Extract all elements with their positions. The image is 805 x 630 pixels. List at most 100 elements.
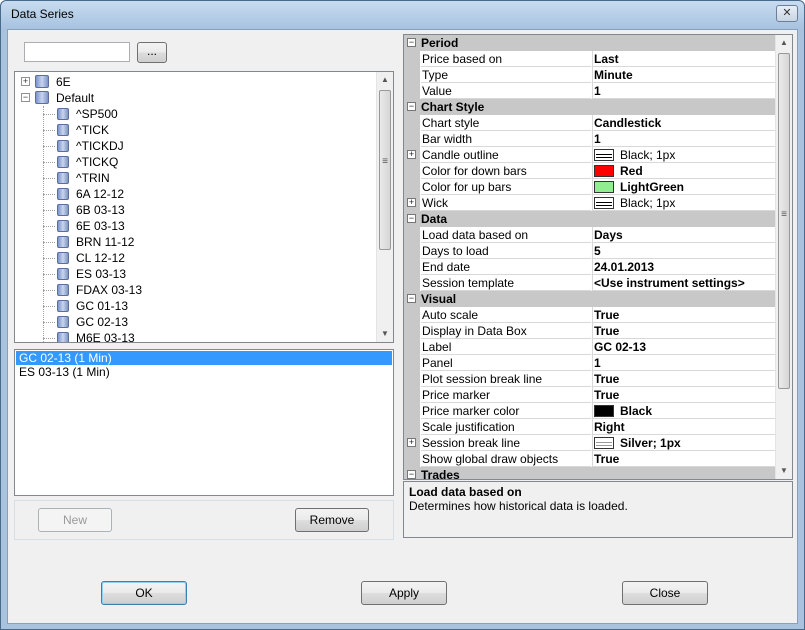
series-list-item[interactable]: GC 02-13 (1 Min) [16, 351, 392, 365]
series-list-item[interactable]: ES 03-13 (1 Min) [16, 365, 392, 379]
pg-scroll-thumb[interactable] [778, 53, 790, 389]
pg-scroll-up-arrow-icon[interactable]: ▲ [776, 35, 792, 51]
property-category[interactable]: − Trades [404, 467, 776, 479]
property-row[interactable]: Plot session break line True [404, 371, 776, 387]
tree-instrument-item[interactable]: 6B 03-13 [15, 202, 375, 218]
collapse-minus-icon[interactable]: − [407, 214, 416, 223]
close-window-button[interactable]: ✕ [776, 5, 798, 22]
collapse-minus-icon[interactable]: − [407, 38, 416, 47]
apply-button[interactable]: Apply [361, 581, 447, 605]
property-value[interactable]: Red [592, 163, 776, 179]
property-row[interactable]: Scale justification Right [404, 419, 776, 435]
collapse-minus-icon[interactable]: − [407, 294, 416, 303]
tree-instrument-item[interactable]: ^TICK [15, 122, 375, 138]
tree-instrument-item[interactable]: BRN 11-12 [15, 234, 375, 250]
property-value[interactable]: Black; 1px [592, 195, 776, 211]
tree-instrument-item[interactable]: CL 12-12 [15, 250, 375, 266]
tree-instrument-item[interactable]: ES 03-13 [15, 266, 375, 282]
close-button[interactable]: Close [622, 581, 708, 605]
property-value[interactable]: Last [592, 51, 776, 67]
property-row[interactable]: Type Minute [404, 67, 776, 83]
scroll-up-arrow-icon[interactable]: ▲ [377, 72, 393, 88]
property-value[interactable]: True [592, 371, 776, 387]
title-bar[interactable]: Data Series ✕ [1, 1, 804, 29]
tree-instrument-item[interactable]: GC 01-13 [15, 298, 375, 314]
property-value[interactable]: LightGreen [592, 179, 776, 195]
ok-button[interactable]: OK [101, 581, 187, 605]
tree-scroll-thumb[interactable] [379, 90, 391, 250]
property-value[interactable]: <Use instrument settings> [592, 275, 776, 291]
property-row[interactable]: Auto scale True [404, 307, 776, 323]
property-row[interactable]: Show global draw objects True [404, 451, 776, 467]
property-value[interactable]: True [592, 451, 776, 467]
property-value[interactable]: GC 02-13 [592, 339, 776, 355]
property-value[interactable]: 1 [592, 131, 776, 147]
expand-plus-icon[interactable]: + [407, 150, 416, 159]
property-row[interactable]: Display in Data Box True [404, 323, 776, 339]
tree-instrument-item[interactable]: ^TRIN [15, 170, 375, 186]
tree-instrument-item[interactable]: M6E 03-13 [15, 330, 375, 342]
property-row[interactable]: + Wick Black; 1px [404, 195, 776, 211]
tree-root-item[interactable]: +6E [15, 74, 375, 90]
tree-instrument-item[interactable]: ^TICKDJ [15, 138, 375, 154]
property-row[interactable]: Load data based on Days [404, 227, 776, 243]
property-row[interactable]: + Candle outline Black; 1px [404, 147, 776, 163]
new-button[interactable]: New [38, 508, 112, 532]
expand-plus-icon[interactable]: + [407, 198, 416, 207]
property-value[interactable]: Black; 1px [592, 147, 776, 163]
remove-button[interactable]: Remove [295, 508, 369, 532]
browse-button[interactable]: ... [137, 42, 167, 63]
property-row[interactable]: Price marker color Black [404, 403, 776, 419]
property-gutter [404, 83, 420, 99]
property-value[interactable]: True [592, 323, 776, 339]
property-row[interactable]: Session template <Use instrument settings… [404, 275, 776, 291]
property-category[interactable]: − Period [404, 35, 776, 51]
property-row[interactable]: End date 24.01.2013 [404, 259, 776, 275]
property-grid-scrollbar[interactable]: ▲ ≡ ▼ [775, 35, 792, 479]
pg-scroll-down-arrow-icon[interactable]: ▼ [776, 463, 792, 479]
property-row[interactable]: Price marker True [404, 387, 776, 403]
property-row[interactable]: Value 1 [404, 83, 776, 99]
property-value[interactable]: True [592, 307, 776, 323]
property-category[interactable]: − Chart Style [404, 99, 776, 115]
property-value[interactable]: True [592, 387, 776, 403]
property-row[interactable]: Label GC 02-13 [404, 339, 776, 355]
property-value[interactable]: 1 [592, 83, 776, 99]
property-row[interactable]: Days to load 5 [404, 243, 776, 259]
property-category[interactable]: − Visual [404, 291, 776, 307]
tree-instrument-item[interactable]: ^TICKQ [15, 154, 375, 170]
property-category[interactable]: − Data [404, 211, 776, 227]
property-row[interactable]: Price based on Last [404, 51, 776, 67]
property-row[interactable]: Color for down bars Red [404, 163, 776, 179]
tree-instrument-item[interactable]: FDAX 03-13 [15, 282, 375, 298]
collapse-minus-icon[interactable]: − [407, 102, 416, 111]
property-value[interactable]: Silver; 1px [592, 435, 776, 451]
tree-scrollbar[interactable]: ▲ ≡ ▼ [376, 72, 393, 342]
property-row[interactable]: Chart style Candlestick [404, 115, 776, 131]
tree-instrument-item[interactable]: 6E 03-13 [15, 218, 375, 234]
property-value[interactable]: Days [592, 227, 776, 243]
property-value[interactable]: 24.01.2013 [592, 259, 776, 275]
property-value[interactable]: Right [592, 419, 776, 435]
property-row[interactable]: Color for up bars LightGreen [404, 179, 776, 195]
expand-plus-icon[interactable]: + [407, 438, 416, 447]
instrument-search-input[interactable] [24, 42, 130, 62]
expand-plus-icon[interactable]: + [21, 77, 30, 86]
tree-root-item[interactable]: − Default [15, 90, 375, 106]
tree-instrument-item[interactable]: 6A 12-12 [15, 186, 375, 202]
property-value[interactable]: Minute [592, 67, 776, 83]
tree-connector-line [43, 290, 55, 291]
property-row[interactable]: + Session break line Silver; 1px [404, 435, 776, 451]
property-value[interactable]: Black [592, 403, 776, 419]
tree-instrument-item[interactable]: GC 02-13 [15, 314, 375, 330]
collapse-minus-icon[interactable]: − [21, 93, 30, 102]
tree-instrument-item[interactable]: ^SP500 [15, 106, 375, 122]
help-title: Load data based on [409, 485, 522, 499]
property-value[interactable]: 5 [592, 243, 776, 259]
property-row[interactable]: Bar width 1 [404, 131, 776, 147]
property-value[interactable]: Candlestick [592, 115, 776, 131]
collapse-minus-icon[interactable]: − [407, 470, 416, 479]
scroll-down-arrow-icon[interactable]: ▼ [377, 326, 393, 342]
property-row[interactable]: Panel 1 [404, 355, 776, 371]
property-value[interactable]: 1 [592, 355, 776, 371]
